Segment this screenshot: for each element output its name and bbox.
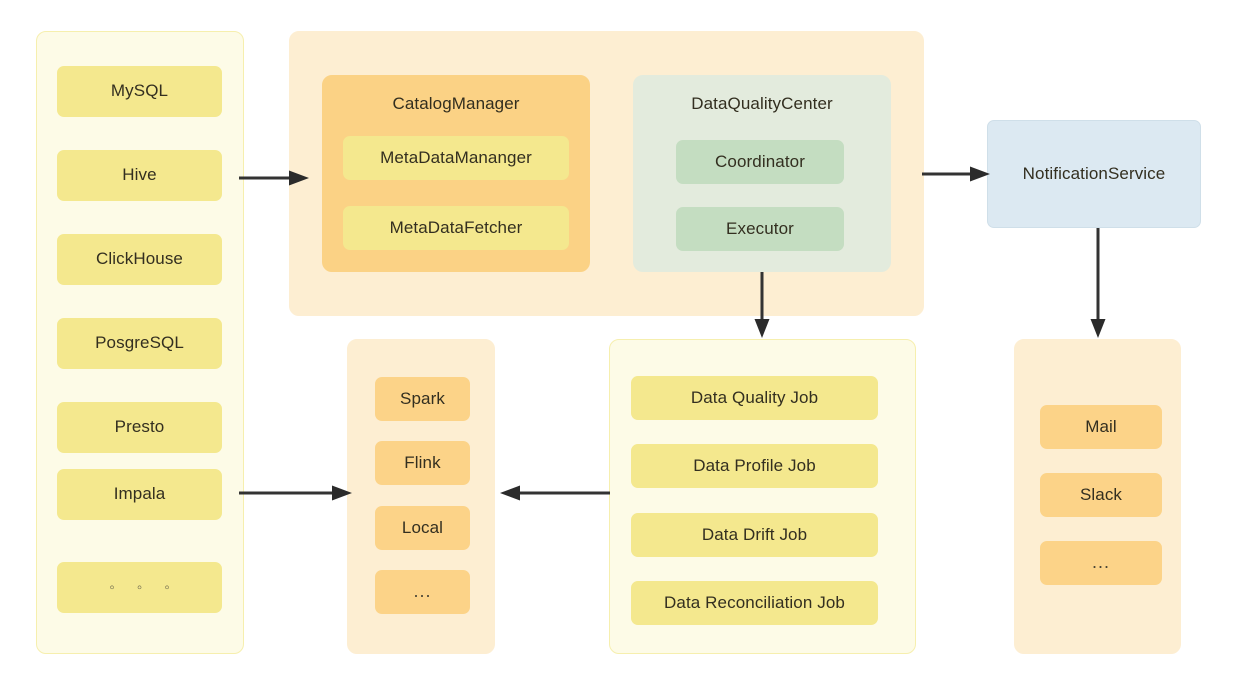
- channel-label: Mail: [1085, 416, 1117, 436]
- job-data-reconciliation[interactable]: Data Reconciliation Job: [631, 581, 878, 625]
- data-source-impala[interactable]: Impala: [57, 469, 222, 520]
- engine-spark[interactable]: Spark: [375, 377, 470, 421]
- data-source-label: Presto: [114, 417, 165, 437]
- arrow-platform-to-notification: [922, 164, 992, 184]
- engine-label: Local: [401, 517, 444, 537]
- data-quality-center-title: DataQualityCenter: [691, 94, 833, 113]
- data-source-more[interactable]: ◦ ◦ ◦: [57, 562, 222, 613]
- arrow-notification-to-channels: [1088, 228, 1108, 340]
- engine-label: Flink: [404, 452, 441, 472]
- ellipsis-icon: ◦ ◦ ◦: [109, 578, 179, 596]
- data-source-label: PosgreSQL: [95, 333, 184, 353]
- arrow-quality-center-to-jobs: [752, 272, 772, 340]
- catalog-manager-title: CatalogManager: [392, 94, 520, 113]
- engine-flink[interactable]: Flink: [375, 441, 470, 485]
- data-source-label: Impala: [113, 484, 166, 504]
- engine-local[interactable]: Local: [375, 506, 470, 550]
- data-source-label: ClickHouse: [96, 249, 183, 269]
- job-data-quality[interactable]: Data Quality Job: [631, 376, 878, 420]
- data-source-mysql[interactable]: MySQL: [57, 66, 222, 117]
- ellipsis-icon: ...: [1091, 552, 1110, 573]
- channel-more[interactable]: ...: [1040, 541, 1162, 585]
- channel-mail[interactable]: Mail: [1040, 405, 1162, 449]
- engine-more[interactable]: ...: [375, 570, 470, 614]
- coordinator-card[interactable]: Coordinator: [676, 140, 844, 184]
- job-label: Data Reconciliation Job: [664, 592, 845, 612]
- channel-label: Slack: [1079, 484, 1123, 504]
- channel-slack[interactable]: Slack: [1040, 473, 1162, 517]
- metadata-fetcher-card[interactable]: MetaDataFetcher: [343, 206, 569, 250]
- metadata-mananger-card[interactable]: MetaDataMananger: [343, 136, 569, 180]
- executor-card[interactable]: Executor: [676, 207, 844, 251]
- metadata-fetcher-label: MetaDataFetcher: [389, 217, 523, 237]
- job-label: Data Quality Job: [690, 387, 819, 407]
- arrow-sources-to-engines: [239, 483, 354, 503]
- executor-label: Executor: [726, 218, 794, 238]
- data-source-clickhouse[interactable]: ClickHouse: [57, 234, 222, 285]
- metadata-mananger-label: MetaDataMananger: [380, 147, 532, 167]
- data-source-hive[interactable]: Hive: [57, 150, 222, 201]
- job-label: Data Profile Job: [693, 455, 816, 475]
- job-data-drift[interactable]: Data Drift Job: [631, 513, 878, 557]
- notification-service-box[interactable]: NotificationService: [987, 120, 1201, 228]
- job-label: Data Drift Job: [701, 524, 808, 544]
- data-source-posgresql[interactable]: PosgreSQL: [57, 318, 222, 369]
- arrow-sources-to-catalog: [239, 168, 311, 188]
- data-source-label: MySQL: [110, 81, 169, 101]
- coordinator-label: Coordinator: [715, 151, 805, 171]
- data-source-presto[interactable]: Presto: [57, 402, 222, 453]
- arrow-jobs-to-engines: [498, 483, 610, 503]
- notification-service-label: NotificationService: [1022, 163, 1166, 183]
- architecture-diagram: MySQL Hive ClickHouse PosgreSQL Presto I…: [0, 0, 1240, 688]
- engine-label: Spark: [400, 388, 445, 408]
- data-source-label: Hive: [122, 165, 157, 185]
- ellipsis-icon: ...: [413, 581, 432, 602]
- job-data-profile[interactable]: Data Profile Job: [631, 444, 878, 488]
